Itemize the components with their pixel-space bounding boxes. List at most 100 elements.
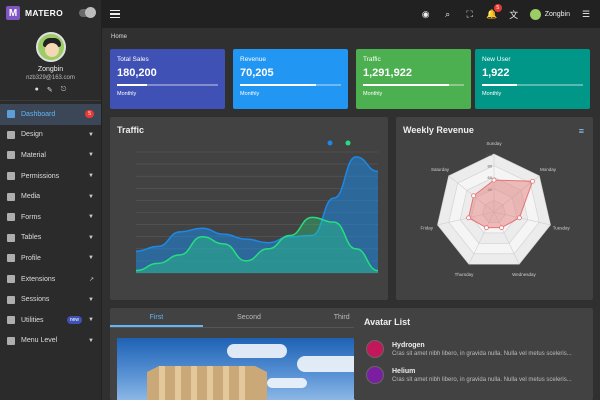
tab-second[interactable]: Second [203,308,296,327]
list-item-title: Helium [392,367,416,375]
sidebar-item-material[interactable]: Material ▼ [0,145,101,166]
stat-label: Revenue [240,56,267,63]
github-icon[interactable]: ◉ [420,8,432,20]
stat-value: 1,922 [482,67,510,79]
sidebar-item-label: Design [21,131,43,139]
list-item[interactable]: Hydrogen Cras sit amet nibh libero, in g… [354,336,593,362]
stat-value: 1,291,922 [363,67,412,79]
chevron-down-icon: ▼ [88,255,94,262]
sidebar-item-label: Utilities [21,316,44,324]
search-icon[interactable]: ⌕ [442,8,454,20]
sidebar-item-profile[interactable]: Profile ▼ [0,248,101,269]
list-item[interactable]: Helium Cras sit amet nibh libero, in gra… [354,362,593,388]
radar-tick-label: 100 [485,152,492,157]
chevron-down-icon: ▼ [88,173,94,180]
stat-label: New User [482,56,511,63]
sessions-icon [7,295,15,304]
brand-name: MATERO [25,8,63,18]
user-profile: Zongbin nzb329@163.com ● ✎ ⎋ [0,26,101,101]
stat-card-new-user: New User 1,922 Monthly [475,49,590,109]
radar-point [471,193,476,199]
fullscreen-icon[interactable]: ⛶ [464,8,476,20]
avatar [366,366,384,384]
stat-progress [363,84,464,86]
topbar: ◉ ⌕ ⛶ 🔔 5 文 Zongbin ☰ [102,0,600,28]
stat-value: 180,200 [117,67,157,79]
forms-icon [7,213,15,222]
traffic-card: Traffic [110,117,388,300]
list-item-title: Hydrogen [392,341,425,349]
sidebar-item-extensions[interactable]: Extensions ↗ [0,269,101,290]
legend-dot [327,140,333,146]
sidebar-item-design[interactable]: Design ▼ [0,125,101,146]
sidebar-item-label: Tables [21,234,42,242]
profile-name: Zongbin [37,66,64,73]
radar-axis-label: Saturday [431,167,450,172]
sidebar-item-sessions[interactable]: Sessions ▼ [0,289,101,310]
account-icon[interactable]: ● [35,86,39,94]
sidebar-item-dashboard[interactable]: Dashboard 5 [0,104,101,125]
weekly-revenue-card: Weekly Revenue ≡ Sunday Monday Tuesday Wedn… [396,117,593,300]
notifications-icon[interactable]: 🔔 5 [486,4,502,20]
sidebar-toggle[interactable] [79,7,96,18]
translate-icon[interactable]: 文 [508,8,520,20]
chevron-down-icon: ▼ [88,131,94,138]
brand-logo: M [6,6,20,20]
weekly-revenue-chart: Sunday Monday Tuesday Wednesday Thursday Frid… [420,141,571,277]
chevron-down-icon: ▼ [88,234,94,241]
radar-axis-label: Friday [420,225,433,230]
sidebar-item-label: Dashboard [21,110,56,118]
breadcrumb[interactable]: Home [111,34,127,40]
menu-icon[interactable] [110,10,120,18]
stat-card-total-sales: Total Sales 180,200 Monthly [110,49,225,109]
avatar-list-title: Avatar List [364,317,411,327]
radar-point [484,225,489,231]
avatar [366,340,384,358]
radar-point [517,215,522,221]
sidebar-item-label: Media [21,193,41,201]
radar-axis-label: Sunday [486,141,502,146]
logout-icon[interactable]: ⎋ [61,86,67,94]
design-icon [7,130,15,139]
radar-axis-label: Monday [540,167,557,172]
list-item-text: Cras sit amet nibh libero, in gravida nu… [392,350,572,357]
sidebar-item-label: Material [21,151,46,159]
radar-point [491,177,497,183]
avatar[interactable] [35,32,66,62]
stat-progress [482,84,583,86]
sidebar-item-label: Forms [21,213,41,221]
avatar-list-card: Avatar List Hydrogen Cras sit amet nibh … [354,308,593,400]
stat-value: 70,205 [240,67,274,79]
profile-icon [7,254,15,263]
material-icon [7,151,15,160]
list-icon[interactable]: ☰ [580,8,592,20]
profile-email: nzb329@163.com [26,75,75,81]
chart-menu-icon[interactable]: ≡ [579,126,584,136]
user-chip[interactable]: Zongbin [529,8,570,20]
media-icon [7,192,15,201]
radar-axis-label: Thursday [455,272,475,277]
chevron-down-icon: ▼ [88,296,94,303]
sidebar-item-forms[interactable]: Forms ▼ [0,207,101,228]
sidebar-item-utilities[interactable]: Utilities new ▼ [0,310,101,331]
radar-point [466,215,471,221]
temple-photo [117,338,379,400]
stat-period: Monthly [363,90,383,97]
radar-point [530,178,535,184]
sidebar-item-label: Menu Level [21,337,58,345]
list-item-text: Cras sit amet nibh libero, in gravida nu… [392,376,572,383]
sidebar-item-media[interactable]: Media ▼ [0,186,101,207]
permissions-icon [7,172,15,181]
stat-progress [117,84,218,86]
sidebar-item-label: Extensions [21,275,56,283]
sidebar-item-tables[interactable]: Tables ▼ [0,228,101,249]
tab-first[interactable]: First [110,308,203,327]
edit-icon[interactable]: ✎ [47,86,53,94]
sidebar-item-permissions[interactable]: Permissions ▼ [0,166,101,187]
nav-badge: 5 [85,110,94,119]
radar-point [499,225,504,231]
radar-axis-label: Tuesday [553,225,571,230]
stat-period: Monthly [482,90,502,97]
chevron-down-icon: ▼ [88,152,94,159]
sidebar-item-menu-level[interactable]: Menu Level ▼ [0,331,101,352]
